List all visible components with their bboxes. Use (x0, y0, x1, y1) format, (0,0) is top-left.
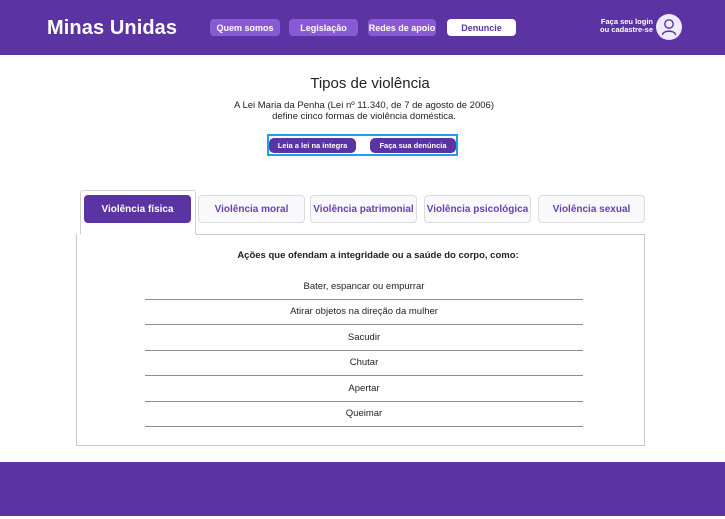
login-link[interactable]: Faça seu login ou cadastre-se (597, 18, 653, 34)
site-header: Minas Unidas Quem somos Legislação Redes… (0, 0, 725, 55)
tab-violencia-fisica[interactable]: Violência física (84, 195, 191, 223)
nav-legislacao-button[interactable]: Legislação (289, 19, 358, 36)
brand-logo[interactable]: Minas Unidas (47, 17, 177, 40)
nav-redes-de-apoio-button[interactable]: Redes de apoio (368, 19, 436, 36)
panel-top-border (196, 234, 645, 235)
list-item: Atirar objetos na direção da mulher (145, 300, 583, 325)
nav-quem-somos-button[interactable]: Quem somos (210, 19, 280, 36)
user-avatar-icon[interactable] (656, 14, 682, 40)
cta-button-group: Leia a lei na íntegra Faça sua denúncia (267, 134, 458, 156)
tab-violencia-patrimonial[interactable]: Violência patrimonial (310, 195, 417, 223)
read-law-button[interactable]: Leia a lei na íntegra (269, 138, 356, 153)
list-item: Sacudir (145, 325, 583, 351)
intro-line-1: A Lei Maria da Penha (Lei nº 11.340, de … (234, 100, 494, 111)
nav-denuncie-button[interactable]: Denuncie (447, 19, 516, 36)
report-button[interactable]: Faça sua denúncia (370, 138, 456, 153)
site-footer (0, 462, 725, 516)
panel-heading: Ações que ofendam a integridade ou a saú… (237, 250, 519, 261)
intro-line-2: define cinco formas de violência domésti… (272, 111, 456, 122)
tab-violencia-sexual[interactable]: Violência sexual (538, 195, 645, 223)
list-item: Queimar (145, 402, 583, 427)
intro-text: A Lei Maria da Penha (Lei nº 11.340, de … (0, 100, 725, 122)
tab-violencia-moral[interactable]: Violência moral (198, 195, 305, 223)
violence-actions-list: Bater, espancar ou empurrar Atirar objet… (145, 274, 583, 427)
list-item: Chutar (145, 351, 583, 376)
tab-violencia-psicologica[interactable]: Violência psicológica (424, 195, 531, 223)
login-line-2: ou cadastre-se (600, 25, 653, 34)
list-item: Bater, espancar ou empurrar (145, 274, 583, 300)
page-title: Tipos de violência (310, 75, 430, 92)
list-item: Apertar (145, 376, 583, 402)
